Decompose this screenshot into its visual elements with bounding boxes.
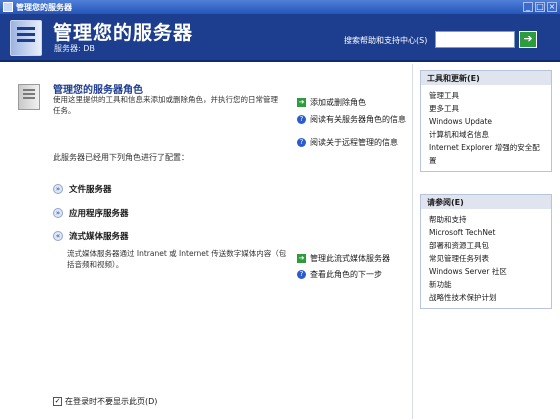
add-remove-role-link[interactable]: ➔ 添加或删除角色 [297,97,407,108]
admin-tools-link[interactable]: 管理工具 [429,89,543,102]
new-features-link[interactable]: 新功能 [429,278,543,291]
window-titlebar: 管理您的服务器 _ □ × [0,0,560,14]
windows-update-link[interactable]: Windows Update [429,115,543,128]
technet-link[interactable]: Microsoft TechNet [429,226,543,239]
role-label: 文件服务器 [69,185,112,195]
search-go-button[interactable]: ➔ [519,31,537,48]
server-roles-icon [18,84,40,110]
main-content: 管理您的服务器角色 使用这里提供的工具和信息来添加或删除角色，并执行您的日常管理… [0,64,560,419]
common-tasks-link[interactable]: 常见管理任务列表 [429,252,543,265]
role-label: 流式媒体服务器 [69,232,129,242]
tools-updates-panel: 工具和更新(E) 管理工具 更多工具 Windows Update 计算机和域名… [420,70,552,172]
help-support-link[interactable]: 帮助和支持 [429,213,543,226]
role-label: 应用程序服务器 [69,209,129,219]
window-title: 管理您的服务器 [16,2,72,12]
search-label: 搜索帮助和支持中心(S) [344,36,428,45]
hide-on-logon-option[interactable]: ✓ 在登录时不要显示此页(D) [53,396,157,407]
expand-icon[interactable]: » [53,208,63,218]
server-name: 服务器: DB [54,44,95,53]
close-button[interactable]: × [547,2,557,12]
see-also-panel-header[interactable]: 请参阅(E) [421,195,551,209]
read-roles-link[interactable]: ? 阅读有关服务器角色的信息 [297,114,407,125]
manage-streaming-link[interactable]: ➔ 管理此流式媒体服务器 [297,253,407,264]
server-icon [10,20,42,56]
streaming-role-description: 流式媒体服务器通过 Intranet 或 Internet 传送数字媒体内容（包… [67,249,287,269]
window-controls: _ □ × [523,2,557,12]
ie-esc-link[interactable]: Internet Explorer 增强的安全配置 [429,141,543,167]
role-application-server[interactable]: » 应用程序服务器 [53,207,129,219]
search-input[interactable] [435,31,515,48]
help-icon: ? [297,270,306,279]
see-also-panel: 请参阅(E) 帮助和支持 Microsoft TechNet 部署和资源工具包 … [420,194,552,309]
help-icon: ? [297,115,306,124]
panel-divider [412,64,413,419]
read-remote-admin-link[interactable]: ? 阅读关于远程管理的信息 [297,137,407,148]
security-program-link[interactable]: 战略性技术保护计划 [429,291,543,304]
page-title: 管理您的服务器 [53,22,194,44]
review-next-steps-link[interactable]: ? 查看此角色的下一步 [297,269,407,280]
role-streaming-media-server[interactable]: « 流式媒体服务器 [53,230,129,242]
arrow-icon: ➔ [297,98,306,107]
more-tools-link[interactable]: 更多工具 [429,102,543,115]
expand-icon[interactable]: » [53,184,63,194]
roles-description: 使用这里提供的工具和信息来添加或删除角色，并执行您的日常管理任务。 [53,95,278,115]
resource-kit-link[interactable]: 部署和资源工具包 [429,239,543,252]
configured-roles-text: 此服务器已经用下列角色进行了配置： [53,153,189,162]
hide-on-logon-label: 在登录时不要显示此页(D) [65,397,158,406]
computer-domain-info-link[interactable]: 计算机和域名信息 [429,128,543,141]
tools-panel-header[interactable]: 工具和更新(E) [421,71,551,85]
app-icon [3,2,13,12]
hide-on-logon-checkbox[interactable]: ✓ [53,397,62,406]
collapse-icon[interactable]: « [53,231,63,241]
arrow-icon: ➔ [297,254,306,263]
minimize-button[interactable]: _ [523,2,533,12]
maximize-button[interactable]: □ [535,2,545,12]
banner: 管理您的服务器 服务器: DB 搜索帮助和支持中心(S) ➔ [0,14,560,62]
community-link[interactable]: Windows Server 社区 [429,265,543,278]
help-icon: ? [297,138,306,147]
role-file-server[interactable]: » 文件服务器 [53,183,112,195]
